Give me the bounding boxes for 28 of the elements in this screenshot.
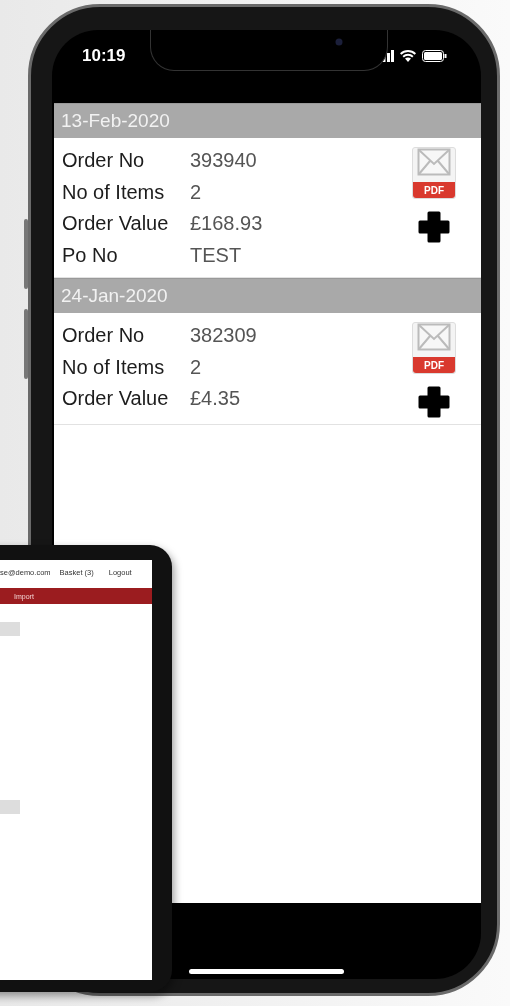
placeholder-bar: [0, 800, 20, 814]
wifi-icon: [400, 50, 416, 62]
field-label: Order Value: [62, 387, 170, 411]
envelope-icon: [417, 148, 451, 176]
field-label: No of Items: [62, 180, 166, 204]
field-value: 382309: [190, 324, 257, 348]
date-header: 24-Jan-2020: [54, 278, 481, 313]
envelope-icon: [417, 323, 451, 351]
plus-icon[interactable]: [418, 211, 450, 243]
plus-icon[interactable]: [418, 386, 450, 418]
battery-icon: [422, 50, 447, 62]
field-value: 2: [190, 180, 202, 204]
status-time: 10:19: [82, 46, 126, 66]
field-label: Order No: [62, 149, 146, 173]
date-header: 13-Feb-2020: [54, 103, 481, 138]
field-label: Po No: [62, 243, 119, 267]
placeholder-bar: [0, 622, 20, 636]
pdf-button[interactable]: PDF: [412, 147, 456, 199]
pdf-button[interactable]: PDF: [412, 322, 456, 374]
field-value: TEST: [190, 243, 242, 267]
field-value: £168.93: [190, 212, 263, 236]
field-value: £4.35: [190, 387, 241, 411]
field-value: 2: [190, 355, 202, 379]
camera-icon: [335, 38, 343, 46]
field-value: 393940: [190, 149, 257, 173]
field-label: No of Items: [62, 355, 166, 379]
field-label: Order Value: [62, 212, 170, 236]
field-label: Order No: [62, 324, 146, 348]
